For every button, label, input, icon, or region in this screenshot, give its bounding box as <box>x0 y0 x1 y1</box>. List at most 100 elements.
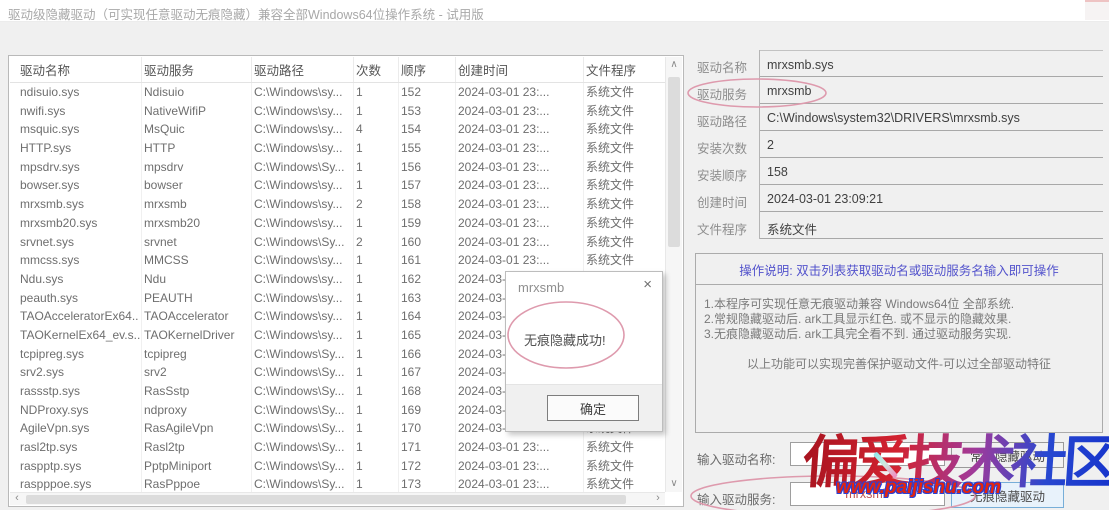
cell-order: 156 <box>399 158 456 177</box>
header-driver-path[interactable]: 驱动路径 <box>252 57 354 82</box>
cell-count: 1 <box>354 363 399 382</box>
scroll-left-icon[interactable]: ‹ <box>10 493 24 505</box>
cell-name: mmcss.sys <box>10 251 142 270</box>
cell-order: 152 <box>399 83 456 102</box>
cell-order: 166 <box>399 345 456 364</box>
driver-name-input[interactable] <box>790 442 945 466</box>
header-created-time[interactable]: 创建时间 <box>456 57 584 82</box>
cell-path: C:\Windows\Sy... <box>252 457 354 476</box>
cell-created: 2024-03-01 23:... <box>456 176 584 195</box>
vertical-scrollbar[interactable]: ∧ ∨ <box>665 57 682 492</box>
cell-service: RasSstp <box>142 382 252 401</box>
cell-path: C:\Windows\sy... <box>252 83 354 102</box>
table-row[interactable]: srvnet.syssrvnetC:\Windows\Sy...21602024… <box>10 233 665 252</box>
dialog-message: 无痕隐藏成功! <box>524 330 606 349</box>
cell-service: NativeWifiP <box>142 102 252 121</box>
cell-order: 158 <box>399 195 456 214</box>
close-button[interactable] <box>1085 0 1109 20</box>
dialog-ok-button[interactable]: 确定 <box>547 395 639 421</box>
cell-count: 1 <box>354 214 399 233</box>
success-dialog: mrxsmb × 无痕隐藏成功! 确定 <box>505 271 663 432</box>
cell-service: TAOAccelerator <box>142 307 252 326</box>
horizontal-scrollbar[interactable]: ‹ › <box>10 492 665 505</box>
detail-row: 安装顺序158 <box>697 158 1103 185</box>
instructions-footer: 以上功能可以实现完善保护驱动文件-可以过全部驱动特征 <box>696 355 1102 372</box>
table-row[interactable]: nwifi.sysNativeWifiPC:\Windows\sy...1153… <box>10 102 665 121</box>
table-row[interactable]: msquic.sysMsQuicC:\Windows\sy...41542024… <box>10 120 665 139</box>
vertical-scroll-thumb[interactable] <box>668 77 680 247</box>
cell-created: 2024-03-01 23:... <box>456 83 584 102</box>
cell-path: C:\Windows\sy... <box>252 176 354 195</box>
cell-count: 1 <box>354 270 399 289</box>
cell-name: raspppoe.sys <box>10 475 142 492</box>
cell-type: 系统文件 <box>584 214 644 233</box>
table-row[interactable]: mmcss.sysMMCSSC:\Windows\sy...11612024-0… <box>10 251 665 270</box>
header-order[interactable]: 顺序 <box>399 57 456 82</box>
cell-service: PptpMiniport <box>142 457 252 476</box>
table-row[interactable]: HTTP.sysHTTPC:\Windows\sy...11552024-03-… <box>10 139 665 158</box>
cell-name: mpsdrv.sys <box>10 158 142 177</box>
cell-type: 系统文件 <box>584 438 644 457</box>
table-row[interactable]: mpsdrv.sysmpsdrvC:\Windows\Sy...11562024… <box>10 158 665 177</box>
table-row[interactable]: bowser.sysbowserC:\Windows\sy...11572024… <box>10 176 665 195</box>
detail-value: 158 <box>759 158 1103 185</box>
cell-type: 系统文件 <box>584 158 644 177</box>
cell-service: ndproxy <box>142 401 252 420</box>
cell-service: srvnet <box>142 233 252 252</box>
table-row[interactable]: mrxsmb.sysmrxsmbC:\Windows\sy...21582024… <box>10 195 665 214</box>
table-row[interactable]: raspppoe.sysRasPppoeC:\Windows\Sy...1173… <box>10 475 665 492</box>
instruction-line: 3.无痕隐藏驱动后. ark工具完全看不到. 通过驱动服务实现. <box>704 327 1096 342</box>
table-row[interactable]: raspptp.sysPptpMiniportC:\Windows\Sy...1… <box>10 457 665 476</box>
driver-service-input[interactable] <box>790 482 945 506</box>
header-driver-service[interactable]: 驱动服务 <box>142 57 252 82</box>
header-count[interactable]: 次数 <box>354 57 399 82</box>
cell-service: MMCSS <box>142 251 252 270</box>
cell-service: Rasl2tp <box>142 438 252 457</box>
table-row[interactable]: ndisuio.sysNdisuioC:\Windows\sy...115220… <box>10 83 665 102</box>
cell-name: TAOAcceleratorEx64.. <box>10 307 142 326</box>
cell-service: mpsdrv <box>142 158 252 177</box>
cell-path: C:\Windows\Sy... <box>252 475 354 492</box>
scroll-right-icon[interactable]: › <box>651 493 665 505</box>
details-fields: 驱动名称mrxsmb.sys驱动服务mrxsmb驱动路径C:\Windows\s… <box>697 50 1103 239</box>
cell-count: 1 <box>354 251 399 270</box>
cell-order: 163 <box>399 289 456 308</box>
regular-hide-button[interactable]: 常规隐藏驱动 <box>951 442 1064 468</box>
detail-row: 创建时间2024-03-01 23:09:21 <box>697 185 1103 212</box>
cell-service: tcpipreg <box>142 345 252 364</box>
cell-order: 159 <box>399 214 456 233</box>
cell-created: 2024-03-01 23:... <box>456 102 584 121</box>
dialog-close-icon[interactable]: × <box>643 276 652 293</box>
horizontal-scroll-thumb[interactable] <box>26 495 626 504</box>
header-file-type[interactable]: 文件程序 <box>584 57 644 82</box>
dialog-title: mrxsmb <box>518 280 564 295</box>
cell-path: C:\Windows\Sy... <box>252 438 354 457</box>
traceless-hide-button[interactable]: 无痕隐藏驱动 <box>951 482 1064 508</box>
driver-service-input-label: 输入驱动服务: <box>697 489 775 508</box>
cell-path: C:\Windows\sy... <box>252 120 354 139</box>
scroll-up-icon[interactable]: ∧ <box>666 57 682 73</box>
cell-order: 173 <box>399 475 456 492</box>
cell-service: TAOKernelDriver <box>142 326 252 345</box>
cell-path: C:\Windows\sy... <box>252 289 354 308</box>
cell-path: C:\Windows\sy... <box>252 326 354 345</box>
cell-created: 2024-03-01 23:... <box>456 233 584 252</box>
header-driver-name[interactable]: 驱动名称 <box>10 57 142 82</box>
cell-order: 171 <box>399 438 456 457</box>
table-row[interactable]: mrxsmb20.sysmrxsmb20C:\Windows\sy...1159… <box>10 214 665 233</box>
cell-order: 169 <box>399 401 456 420</box>
cell-service: Ndisuio <box>142 83 252 102</box>
detail-label: 安装顺序 <box>697 158 759 185</box>
scroll-down-icon[interactable]: ∨ <box>666 476 682 492</box>
detail-value: mrxsmb <box>759 77 1103 104</box>
cell-count: 1 <box>354 326 399 345</box>
cell-count: 4 <box>354 120 399 139</box>
table-row[interactable]: rasl2tp.sysRasl2tpC:\Windows\Sy...117120… <box>10 438 665 457</box>
cell-created: 2024-03-01 23:... <box>456 139 584 158</box>
cell-name: srvnet.sys <box>10 233 142 252</box>
cell-name: rassstp.sys <box>10 382 142 401</box>
cell-path: C:\Windows\sy... <box>252 251 354 270</box>
cell-order: 162 <box>399 270 456 289</box>
cell-order: 164 <box>399 307 456 326</box>
cell-count: 1 <box>354 307 399 326</box>
